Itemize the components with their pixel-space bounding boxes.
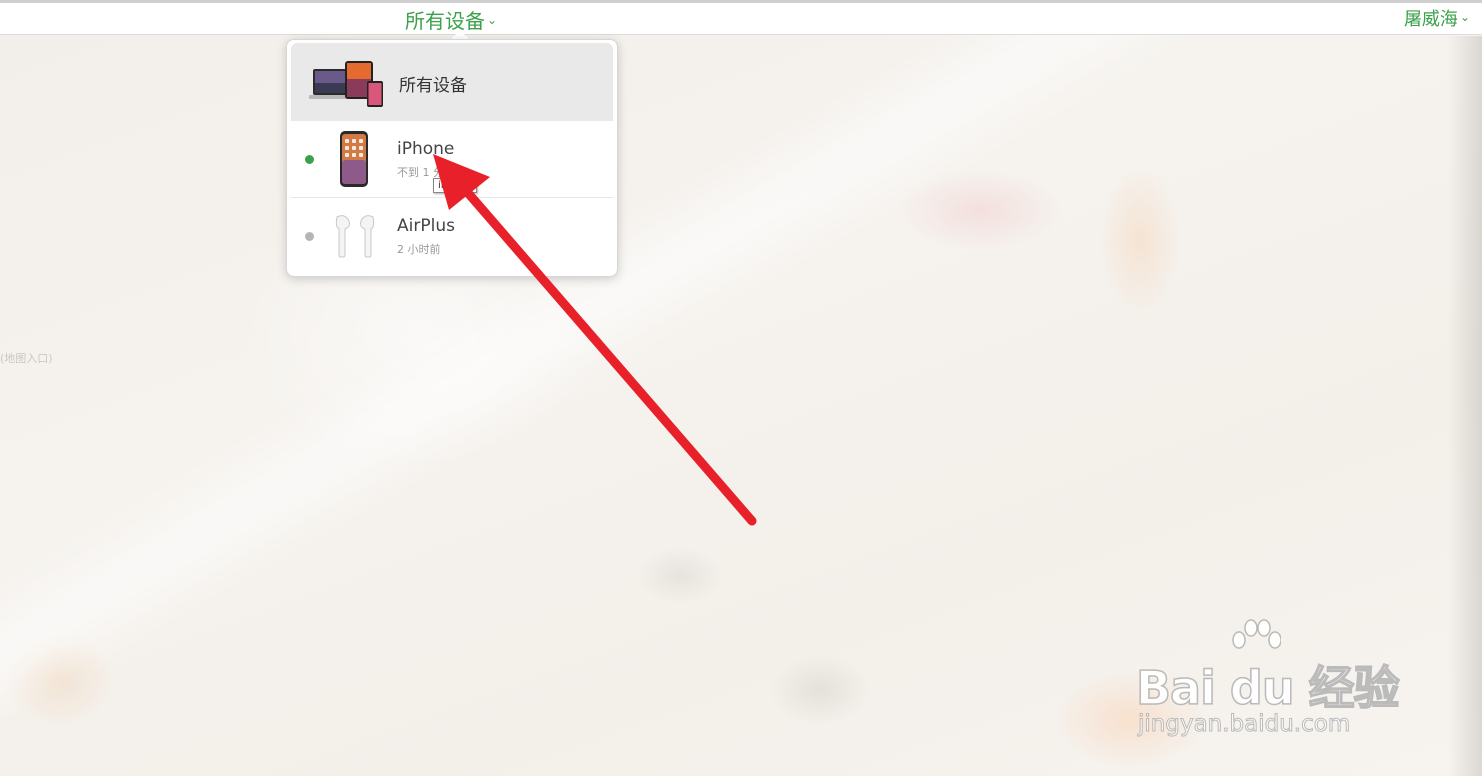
watermark-url: jingyan.baidu.com [1137,711,1351,738]
account-name: 屠威海 [1403,9,1458,30]
all-devices-menu-label: 所有设备 [405,9,485,33]
online-status-dot [305,155,314,164]
account-menu[interactable]: 屠威海 ⌄ [1404,5,1470,31]
device-last-seen: 2 小时前 [397,243,441,256]
device-dropdown: 所有设备 iPhone 不到 1 分钟前 AirPlus 2 小时前 [286,39,618,277]
all-devices-label: 所有设备 [399,76,467,96]
top-bar: 所有设备 ⌄ 屠威海 ⌄ [0,0,1482,35]
device-name: iPhone [397,139,455,159]
devices-group-icon [309,61,383,107]
chevron-down-icon: ⌄ [1459,10,1470,24]
watermark-brand: Bai du 经验 [1135,660,1400,716]
dropdown-item-all-devices[interactable]: 所有设备 [291,43,613,121]
offline-status-dot [305,232,314,241]
airpods-icon [335,215,375,258]
map-faint-label: (地图入口) [0,352,53,365]
chevron-down-icon: ⌄ [487,13,498,27]
baidu-jingyan-watermark: Bai du 经验 jingyan.baidu.com [1135,618,1406,744]
device-name: AirPlus [397,216,455,236]
dropdown-caret [451,30,469,39]
dropdown-item-airplus[interactable]: AirPlus 2 小时前 [291,199,613,275]
iphone-icon [340,131,368,187]
map-edge-shadow [1448,36,1482,776]
hover-tooltip: iPhone [433,178,477,193]
